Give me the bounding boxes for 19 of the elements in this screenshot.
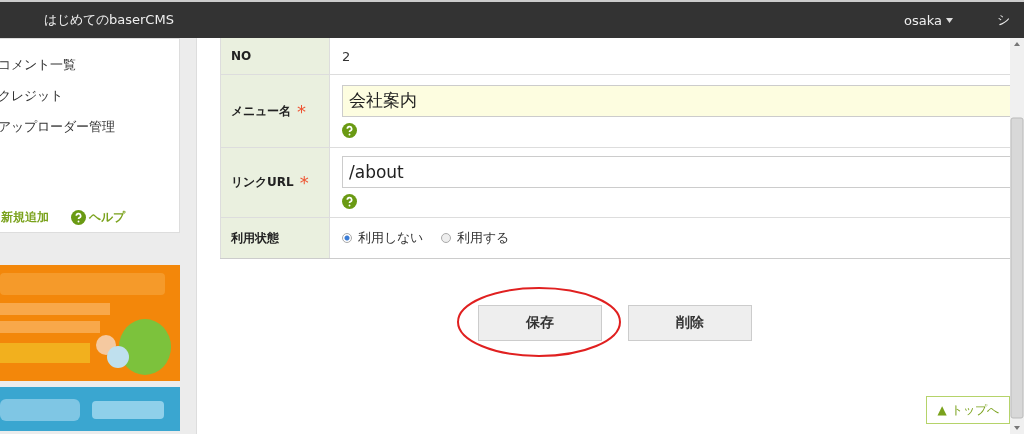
field-label: リンクURL: [231, 174, 294, 191]
sidebar-item[interactable]: コメント一覧: [0, 53, 179, 84]
delete-button[interactable]: 削除: [628, 305, 752, 341]
field-label: メニュー名: [231, 102, 291, 120]
save-button[interactable]: 保存: [478, 305, 602, 341]
radio-option[interactable]: 利用しない: [342, 229, 423, 247]
sidebar-item[interactable]: クレジット: [0, 84, 179, 115]
field-label: NO: [231, 49, 252, 63]
sidebar-item[interactable]: アップローダー管理: [0, 115, 179, 146]
field-value: 2: [342, 48, 352, 64]
required-mark: *: [297, 100, 306, 122]
input-field[interactable]: 会社案内: [342, 84, 1010, 117]
radio-option[interactable]: 利用する: [441, 229, 509, 247]
site-title[interactable]: はじめてのbaserCMS: [44, 11, 905, 29]
field-label: 利用状態: [231, 229, 279, 247]
user-menu[interactable]: osaka: [904, 12, 953, 28]
required-mark: *: [299, 172, 309, 193]
menu-label[interactable]: シ: [997, 11, 1010, 29]
input-field[interactable]: /about: [342, 156, 1010, 188]
